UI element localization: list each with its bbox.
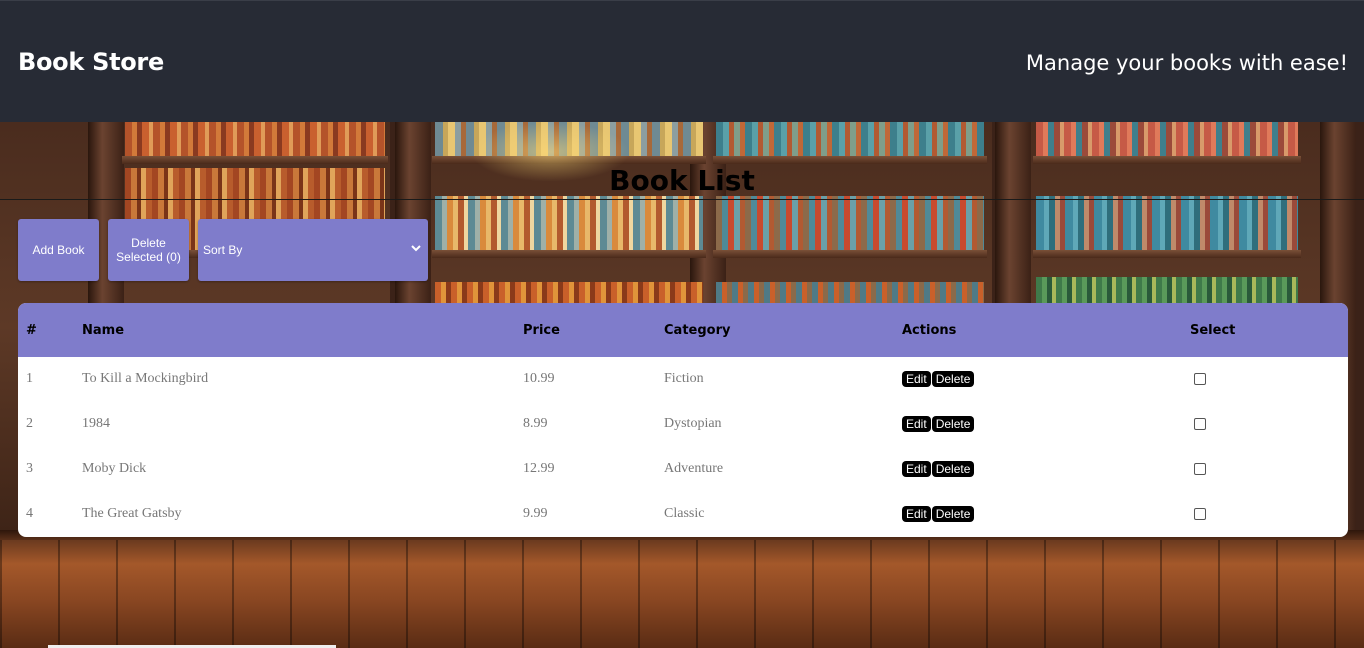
table-row: 2 1984 8.99 Dystopian Edit Delete xyxy=(18,402,1348,447)
select-checkbox[interactable] xyxy=(1194,508,1206,520)
row-actions: Edit Delete xyxy=(902,416,975,432)
edit-button[interactable]: Edit xyxy=(902,506,931,522)
book-price: 12.99 xyxy=(523,461,555,476)
edit-button[interactable]: Edit xyxy=(902,416,931,432)
book-name: To Kill a Mockingbird xyxy=(82,371,209,386)
add-book-button[interactable]: Add Book xyxy=(18,219,99,281)
chevron-down-icon xyxy=(411,245,421,252)
column-header-price: Price xyxy=(523,323,560,338)
row-number: 1 xyxy=(26,371,33,386)
delete-selected-button[interactable]: Delete Selected (0) xyxy=(108,219,189,281)
row-actions: Edit Delete xyxy=(902,506,975,522)
title-divider xyxy=(0,199,1364,200)
select-checkbox[interactable] xyxy=(1194,418,1206,430)
select-checkbox[interactable] xyxy=(1194,373,1206,385)
delete-button[interactable]: Delete xyxy=(931,461,975,477)
row-number: 2 xyxy=(26,416,33,431)
book-name: Moby Dick xyxy=(82,461,147,476)
book-name: 1984 xyxy=(82,416,110,431)
edit-button[interactable]: Edit xyxy=(902,461,931,477)
column-header-actions: Actions xyxy=(902,323,957,338)
wood-floor xyxy=(0,540,1364,648)
row-actions: Edit Delete xyxy=(902,461,975,477)
row-number: 3 xyxy=(26,461,33,476)
table-row: 1 To Kill a Mockingbird 10.99 Fiction Ed… xyxy=(18,357,1348,402)
app-header: Book Store Manage your books with ease! xyxy=(0,0,1364,122)
brand-title: Book Store xyxy=(18,48,164,76)
page-title: Book List xyxy=(609,164,755,197)
edit-button[interactable]: Edit xyxy=(902,371,931,387)
table-row: 3 Moby Dick 12.99 Adventure Edit Delete xyxy=(18,447,1348,492)
book-name: The Great Gatsby xyxy=(82,506,182,521)
delete-button[interactable]: Delete xyxy=(931,371,975,387)
sort-by-label: Sort By xyxy=(203,243,243,257)
book-price: 9.99 xyxy=(523,506,548,521)
row-number: 4 xyxy=(26,506,33,521)
table-header: # Name Price Category Actions Select xyxy=(18,303,1348,357)
book-category: Dystopian xyxy=(664,416,722,431)
row-actions: Edit Delete xyxy=(902,371,975,387)
book-category: Fiction xyxy=(664,371,704,386)
book-price: 8.99 xyxy=(523,416,548,431)
book-category: Classic xyxy=(664,506,705,521)
select-checkbox[interactable] xyxy=(1194,463,1206,475)
column-header-number: # xyxy=(26,323,37,338)
delete-button[interactable]: Delete xyxy=(931,506,975,522)
book-table: # Name Price Category Actions Select 1 T… xyxy=(18,303,1348,537)
sort-by-select[interactable]: Sort By xyxy=(198,219,428,281)
table-row: 4 The Great Gatsby 9.99 Classic Edit Del… xyxy=(18,492,1348,537)
book-category: Adventure xyxy=(664,461,724,476)
column-header-select: Select xyxy=(1190,323,1236,338)
delete-button[interactable]: Delete xyxy=(931,416,975,432)
book-price: 10.99 xyxy=(523,371,555,386)
header-tagline: Manage your books with ease! xyxy=(1025,51,1348,75)
column-header-category: Category xyxy=(664,323,731,338)
column-header-name: Name xyxy=(82,323,125,338)
